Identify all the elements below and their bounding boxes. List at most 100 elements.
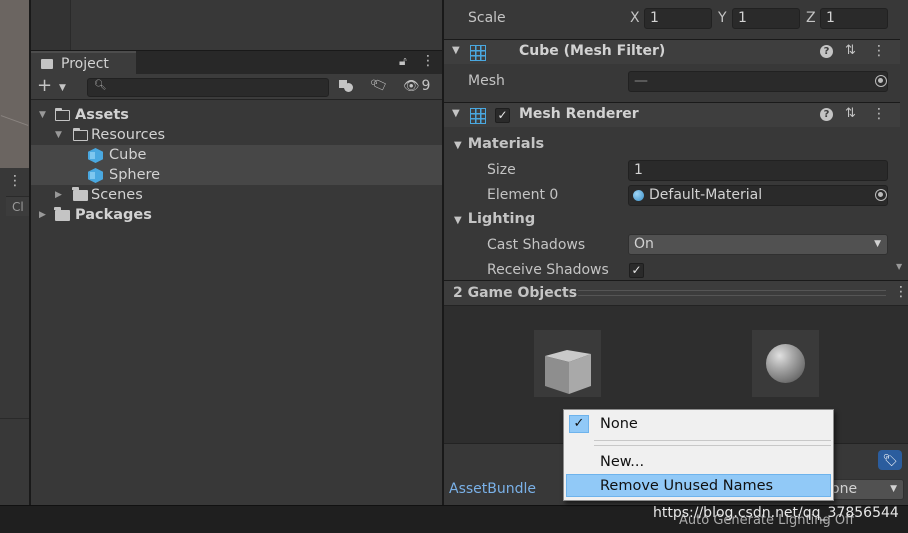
search-icon: 🔍︎	[94, 80, 107, 91]
left-panel-menu-icon[interactable]: ⋮	[8, 173, 22, 189]
project-window: Project 🔓︎ ⋮ + ▼ 🔍︎ 🏷︎ 👁︎ 9 ▼ Assets ▼ Res…	[31, 51, 442, 505]
chevron-down-icon: ▼	[59, 83, 66, 93]
object-picker-icon[interactable]	[875, 75, 887, 87]
element-0-label: Element 0	[487, 187, 559, 203]
search-input[interactable]: 🔍︎	[87, 78, 329, 97]
mesh-filter-icon	[470, 45, 486, 61]
folder-icon	[72, 187, 88, 201]
tree-item-scenes[interactable]: ▶ Scenes	[31, 185, 442, 205]
drag-handle[interactable]	[578, 290, 886, 296]
project-tabbar: Project 🔓︎ ⋮	[31, 51, 442, 74]
foldout-arrow-icon[interactable]: ▼	[452, 45, 460, 56]
mesh-field[interactable]: —	[628, 71, 888, 92]
tab-project[interactable]: Project	[31, 51, 136, 74]
component-menu-icon[interactable]: ⋮	[872, 106, 886, 122]
tree-item-cube[interactable]: Cube	[31, 145, 442, 165]
foldout-arrow-icon: ▼	[454, 215, 462, 226]
element-0-value: Default-Material	[649, 187, 763, 203]
variant-value: one	[831, 481, 858, 497]
mesh-filter-title: Cube (Mesh Filter)	[519, 43, 666, 59]
tree-item-label: Assets	[75, 107, 129, 123]
presets-icon[interactable]: ⇅	[845, 106, 856, 121]
preview-title: 2 Game Objects	[453, 285, 578, 301]
tree-item-label: Cube	[109, 147, 147, 163]
tree-item-label: Scenes	[91, 187, 143, 203]
prefab-icon	[88, 168, 103, 183]
folder-open-icon	[73, 128, 88, 141]
mesh-renderer-header[interactable]: ▼ ✓ Mesh Renderer ? ⇅ ⋮	[444, 102, 900, 127]
sphere-thumbnail[interactable]	[752, 330, 819, 397]
help-icon[interactable]: ?	[820, 45, 833, 58]
cast-shadows-value: On	[634, 236, 654, 252]
collapsed-arrow-icon[interactable]: ▶	[39, 205, 46, 225]
mesh-renderer-icon	[470, 108, 486, 124]
expand-arrow-icon[interactable]: ▼	[55, 125, 62, 145]
foldout-arrow-icon[interactable]: ▼	[452, 108, 460, 119]
tree-item-assets[interactable]: ▼ Assets	[31, 105, 442, 125]
presets-icon[interactable]: ⇅	[845, 43, 856, 58]
scale-x-label[interactable]: X	[630, 10, 640, 26]
hidden-count: 9	[421, 78, 431, 94]
element-0-field[interactable]: Default-Material	[628, 185, 888, 206]
component-menu-icon[interactable]: ⋮	[872, 43, 886, 59]
create-button[interactable]: + ▼	[37, 77, 71, 97]
size-field[interactable]: 1	[628, 160, 888, 181]
assetbundle-label: AssetBundle	[449, 481, 537, 497]
tree-item-label: Sphere	[109, 167, 161, 183]
menu-item-label: New...	[600, 454, 645, 470]
scale-z-field[interactable]: 1	[820, 8, 888, 29]
folder-icon	[41, 59, 53, 69]
lock-icon[interactable]: 🔓︎	[399, 54, 407, 69]
preview-menu-icon[interactable]: ⋮	[894, 284, 908, 300]
panel-column	[31, 0, 71, 50]
cube-thumbnail[interactable]	[534, 330, 601, 397]
assetbundle-variant-dropdown[interactable]: one ▼	[828, 479, 904, 500]
scale-z-label[interactable]: Z	[806, 10, 816, 26]
foldout-arrow-icon: ▼	[454, 140, 462, 151]
eye-slash-icon: 👁︎	[403, 79, 420, 94]
expand-arrow-icon[interactable]: ▼	[39, 105, 46, 125]
menu-separator	[594, 445, 831, 446]
lighting-section-label: Lighting	[467, 211, 536, 227]
divider	[0, 418, 29, 419]
tree-item-resources[interactable]: ▼ Resources	[31, 125, 442, 145]
receive-shadows-checkbox[interactable]: ✓	[629, 263, 644, 278]
preview-header[interactable]: 2 Game Objects ⋮	[444, 280, 908, 306]
cube-preview-icon	[545, 350, 591, 394]
scene-view-fragment[interactable]	[0, 0, 29, 168]
collapsed-arrow-icon[interactable]: ▶	[55, 185, 62, 205]
mesh-filter-header[interactable]: ▼ Cube (Mesh Filter) ? ⇅ ⋮	[444, 39, 900, 64]
materials-section-label: Materials	[467, 136, 545, 152]
help-icon[interactable]: ?	[820, 108, 833, 121]
scale-y-field[interactable]: 1	[732, 8, 800, 29]
hidden-packages-button[interactable]: 👁︎ 9	[403, 78, 430, 96]
left-panel-tab[interactable]: Cl	[6, 196, 29, 216]
materials-foldout[interactable]: ▼ Materials	[454, 136, 544, 152]
menu-item-label: Remove Unused Names	[600, 478, 774, 494]
scroll-down-arrow-icon[interactable]: ▼	[896, 262, 902, 271]
menu-item-remove-unused-names[interactable]: Remove Unused Names	[566, 474, 831, 497]
assetbundle-name-menu: ✓ None New... Remove Unused Names	[563, 409, 834, 501]
asset-labels-icon[interactable]: 🏷︎	[878, 450, 902, 470]
cast-shadows-dropdown[interactable]: On ▼	[628, 234, 888, 255]
menu-item-label: None	[600, 416, 638, 432]
tree-item-sphere[interactable]: Sphere	[31, 165, 442, 185]
tree-item-packages[interactable]: ▶ Packages	[31, 205, 442, 225]
menu-item-none[interactable]: ✓ None	[566, 413, 831, 436]
filter-by-type-button[interactable]	[339, 78, 355, 96]
menu-item-new[interactable]: New...	[566, 451, 831, 474]
tag-icon[interactable]: 🏷︎	[369, 76, 390, 96]
check-icon: ✓	[569, 415, 589, 433]
watermark: https://blog.csdn.net/qq_37856544	[653, 505, 899, 521]
object-picker-icon[interactable]	[875, 189, 887, 201]
chevron-down-icon: ▼	[874, 239, 881, 249]
prefab-icon	[88, 148, 103, 163]
mesh-renderer-enabled-checkbox[interactable]: ✓	[495, 108, 510, 123]
hierarchy-panel-fragment	[31, 0, 442, 50]
scale-y-label[interactable]: Y	[718, 10, 727, 26]
scale-x-field[interactable]: 1	[644, 8, 712, 29]
size-label: Size	[487, 162, 516, 178]
chevron-down-icon: ▼	[890, 484, 897, 494]
tab-menu-icon[interactable]: ⋮	[421, 53, 435, 69]
lighting-foldout[interactable]: ▼ Lighting	[454, 211, 535, 227]
